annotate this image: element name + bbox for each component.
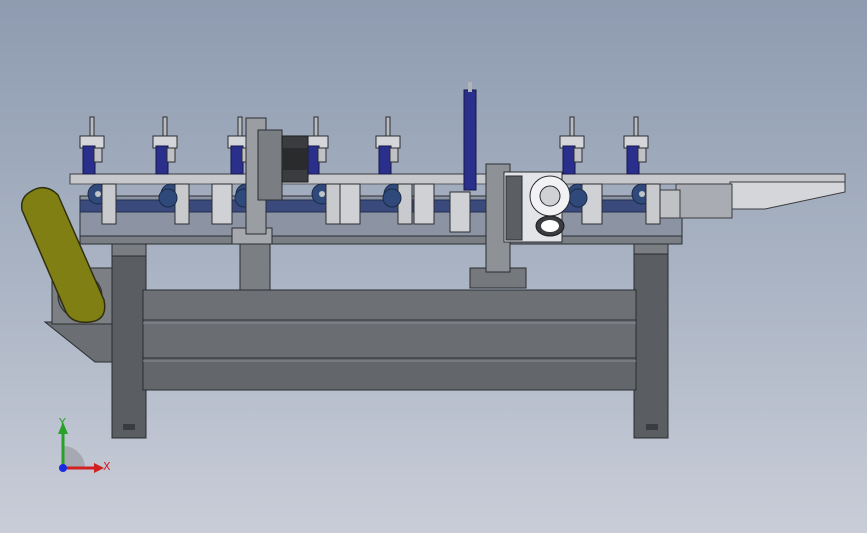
lower-beam-top <box>142 289 637 321</box>
lower-beam-bottom <box>142 357 637 391</box>
axis-y-label: Y <box>58 416 66 429</box>
axis-x-label: X <box>103 460 111 473</box>
lower-beam-mid <box>142 319 637 359</box>
guide-roller <box>158 188 178 208</box>
pusher-block <box>339 183 361 225</box>
base-frame <box>111 243 669 439</box>
machine-side-view: Y X <box>20 82 846 473</box>
right-outfeed-plate <box>729 181 846 210</box>
cutting-head <box>463 82 571 289</box>
cad-viewport[interactable]: Y X <box>0 0 867 533</box>
pusher-block <box>449 191 471 233</box>
right-leg <box>633 251 669 439</box>
axis-triad: Y X <box>58 416 111 473</box>
guide-roller <box>382 188 402 208</box>
pusher-block <box>413 183 435 225</box>
guide-roller <box>568 188 588 208</box>
top-rail <box>69 173 846 185</box>
left-leg <box>111 254 147 439</box>
pusher-block <box>211 183 233 225</box>
